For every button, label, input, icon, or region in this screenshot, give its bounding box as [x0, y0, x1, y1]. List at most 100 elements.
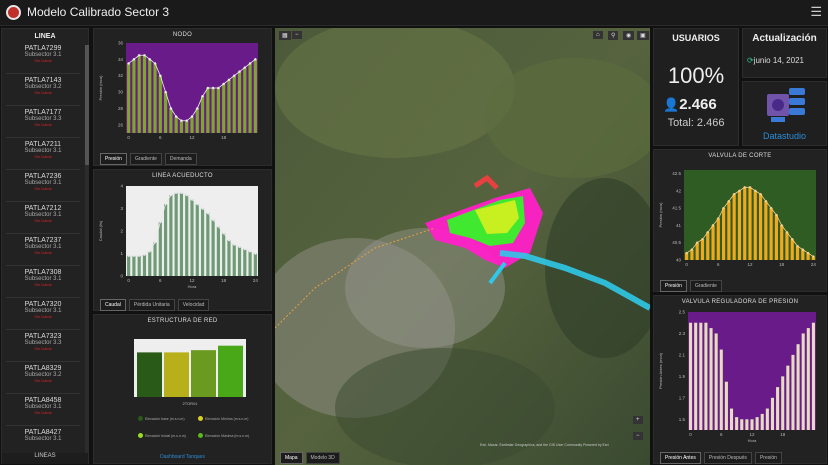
bar: [716, 218, 720, 260]
list-item[interactable]: PATLA8458 Subsector 3.1 Sin Datos: [6, 395, 80, 426]
y-axis-label: Presión Antes (mca): [658, 352, 663, 389]
y-tick-label: 42: [676, 188, 682, 193]
satellite-map[interactable]: ▦ − ⌂ ⚲ ◉ ▣ + − Esri, Maxar, Earthstar G…: [275, 28, 650, 465]
bar: [222, 233, 226, 276]
data-point: [727, 199, 731, 203]
x-tick-label: 6: [159, 278, 162, 283]
bar: [774, 215, 778, 260]
tab-modelo-3d[interactable]: Modelo 3D: [305, 452, 340, 464]
list-item[interactable]: PATLA7237 Subsector 3.1 Sin Datos: [6, 235, 80, 266]
map-fullscreen-icon[interactable]: ▣: [637, 31, 649, 40]
tab-gradiente[interactable]: Gradiente: [129, 153, 162, 165]
x-tick-label: 0: [689, 432, 692, 437]
list-item[interactable]: PATLA7308 Subsector 3.1 Sin Datos: [6, 267, 80, 298]
tab-presion[interactable]: Presión: [100, 153, 127, 165]
datastudio-card[interactable]: Datastudio: [742, 81, 827, 146]
tab-presion[interactable]: Presión: [754, 452, 782, 464]
data-point: [127, 254, 130, 257]
y-tick-label: 2.1: [679, 352, 686, 357]
x-tick-label: 6: [720, 432, 723, 437]
tab-presion-antes[interactable]: Presión Antes: [660, 452, 701, 464]
tab-velocidad[interactable]: Velocidad: [177, 299, 210, 311]
tab-perdida-unitaria[interactable]: Pérdida Unitaria: [128, 299, 175, 311]
user-icon: 👤: [663, 97, 680, 112]
map-search-icon[interactable]: ⚲: [608, 31, 619, 40]
nodo-chart: 26 28 30 32 34 36 0 6 12 18 Presión (mca): [98, 41, 258, 140]
bar: [753, 190, 757, 260]
data-point: [206, 211, 210, 215]
bar: [179, 120, 184, 133]
data-point: [243, 66, 246, 69]
bar: [769, 208, 773, 260]
map-home-icon[interactable]: ⌂: [593, 31, 603, 39]
tab-demanda[interactable]: Demanda: [164, 153, 197, 165]
zoom-in-icon[interactable]: +: [633, 416, 643, 424]
data-point: [254, 58, 257, 61]
list-item[interactable]: PATLA7299 Subsector 3.1 Sin Datos: [6, 43, 80, 74]
data-point: [196, 202, 199, 206]
y-axis-label: Caudal (l/s): [98, 220, 103, 241]
data-point: [185, 193, 188, 197]
bar: [191, 350, 216, 397]
map-layer-list-icon[interactable]: ▦: [279, 31, 291, 40]
data-point: [153, 62, 157, 65]
list-scroll-thumb[interactable]: [85, 45, 89, 165]
list-item-name: PATLA7237: [24, 237, 62, 244]
y-tick-label: 41: [676, 223, 682, 228]
bar: [243, 67, 247, 133]
bar: [764, 201, 768, 260]
bar: [185, 195, 189, 276]
list-item[interactable]: PATLA7212 Subsector 3.1 Sin Datos: [6, 203, 80, 234]
dashboard-tanques-link[interactable]: Dashboard Tanques: [94, 454, 271, 460]
list-item-value: Sin Datos: [34, 314, 52, 319]
bar: [801, 249, 805, 260]
map-collapse-icon[interactable]: −: [292, 31, 302, 39]
list-item-value: Sin Datos: [34, 346, 52, 351]
list-item[interactable]: PATLA7320 Subsector 3.1 Sin Datos: [6, 299, 80, 330]
data-point: [169, 107, 173, 110]
list-item-value: Sin Datos: [34, 122, 52, 127]
list-item[interactable]: PATLA7177 Subsector 3.3 Sin Datos: [6, 107, 80, 138]
list-item[interactable]: PATLA8329 Subsector 3.2 Sin Datos: [6, 363, 80, 394]
list-item-name: PATLA7212: [24, 205, 62, 212]
data-point: [754, 189, 757, 192]
data-point: [174, 191, 178, 194]
tab-caudal[interactable]: Caudal: [100, 299, 126, 311]
tab-mapa[interactable]: Mapa: [280, 452, 303, 464]
data-point: [169, 193, 173, 197]
x-tick-label: 18: [221, 135, 227, 140]
map-compass-icon[interactable]: ◉: [623, 31, 635, 40]
zoom-out-icon[interactable]: −: [633, 432, 643, 440]
list-item[interactable]: PATLA7211 Subsector 3.1 Sin Datos: [6, 139, 80, 170]
bar: [689, 322, 693, 430]
data-point: [174, 115, 178, 118]
tab-vc-presion[interactable]: Presión: [660, 280, 687, 292]
tab-vc-gradiente[interactable]: Gradiente: [689, 280, 722, 292]
y-tick-label: 1: [120, 251, 123, 256]
list-item-name: PATLA7320: [24, 301, 62, 308]
list-item-value: Sin Datos: [34, 58, 52, 63]
data-point: [222, 232, 225, 235]
list-item[interactable]: PATLA7236 Subsector 3.1 Sin Datos: [6, 171, 80, 202]
bar: [200, 96, 205, 133]
bar: [216, 88, 220, 133]
bar: [237, 246, 242, 276]
valvula-corte-tabs: Presión Gradiente: [660, 280, 722, 292]
usuarios-total: Total: 2.466: [667, 117, 725, 129]
menu-icon[interactable]: ☰: [810, 4, 822, 20]
list-header: LINEA: [34, 33, 56, 40]
tab-presion-despues[interactable]: Presión Después: [703, 452, 752, 464]
x-tick-label: 0: [127, 278, 130, 283]
data-point: [211, 86, 215, 90]
x-axis-label: Hora: [188, 284, 197, 289]
data-point: [132, 254, 136, 257]
data-point: [143, 253, 146, 256]
valvula-reg-tabs: Presión Antes Presión Después Presión: [660, 452, 782, 464]
list-item[interactable]: PATLA7143 Subsector 3.2 Sin Datos: [6, 75, 80, 106]
data-point: [201, 94, 204, 98]
data-point: [690, 248, 694, 251]
y-tick-label: 42.5: [672, 171, 681, 176]
list-item[interactable]: PATLA7323 Subsector 3.3 Sin Datos: [6, 331, 80, 362]
data-point: [201, 207, 204, 210]
valvula-corte-panel: VALVULA DE CORTE 40 40.5 41 41.5 42 42.5 0 6 12 1…: [653, 149, 827, 292]
